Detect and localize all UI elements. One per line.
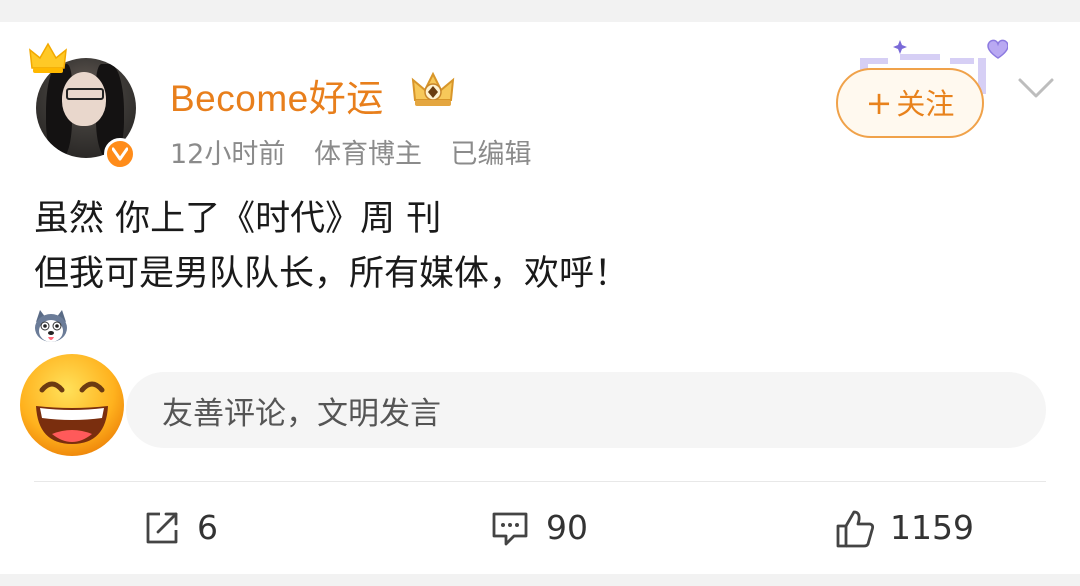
like-icon	[836, 510, 875, 548]
post-content: 虽然 你上了《时代》周 刊 但我可是男队队长，所有媒体，欢呼！	[34, 192, 629, 302]
like-count: 1159	[890, 508, 974, 547]
grin-emoji[interactable]	[18, 352, 126, 458]
edited-label[interactable]: 已编辑	[451, 139, 532, 170]
avatar-group[interactable]	[28, 42, 140, 170]
husky-emoji	[35, 310, 67, 342]
comment-placeholder: 友善评论，文明发言	[162, 396, 441, 432]
chevron-down-icon[interactable]	[1016, 74, 1056, 102]
post-time: 12小时前	[170, 139, 286, 170]
comment-input[interactable]: 友善评论，文明发言	[126, 372, 1046, 448]
repost-count: 6	[197, 508, 218, 547]
follow-button[interactable]: + 关注	[836, 68, 984, 138]
post-card: Become好运 12小时前 体育博主 已编辑 + 关注 虽然 你上了《时代》周 …	[0, 22, 1080, 574]
comment-button[interactable]: 90	[490, 504, 610, 554]
verified-icon	[104, 138, 136, 170]
crown-icon	[29, 42, 67, 73]
comment-count: 90	[546, 508, 588, 547]
comment-icon	[492, 512, 528, 546]
divider	[34, 481, 1046, 482]
post-text-line: 虽然 你上了《时代》周 刊	[34, 199, 442, 239]
follow-label: 关注	[896, 87, 955, 121]
repost-icon	[146, 512, 178, 544]
plus-icon: +	[865, 84, 893, 122]
post-meta: 12小时前 体育博主 已编辑	[170, 132, 552, 171]
rank-crown-icon[interactable]	[409, 70, 457, 110]
post-text-line: 但我可是男队队长，所有媒体，欢呼！	[34, 254, 630, 294]
user-identity: 体育博主	[313, 139, 422, 170]
repost-button[interactable]: 6	[142, 504, 262, 554]
like-button[interactable]: 1159	[834, 504, 984, 554]
avatar-glasses	[66, 88, 104, 100]
username[interactable]: Become好运	[170, 68, 384, 122]
